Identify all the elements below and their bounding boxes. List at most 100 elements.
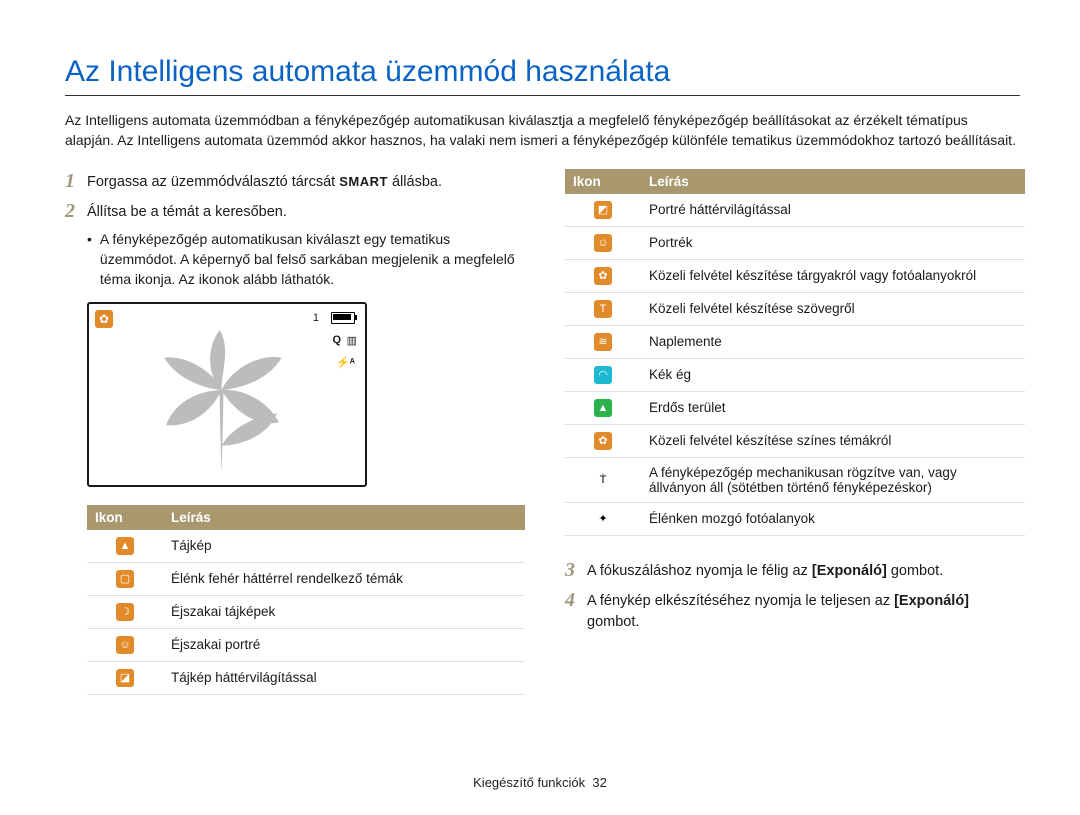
scene-icon: ▲ [594,399,612,417]
step-body: Forgassa az üzemmódválasztó tárcsát SMAR… [87,169,442,193]
table-header-row: Ikon Leírás [87,505,525,530]
scene-table-right: Ikon Leírás ◩ Portré háttérvilágítással☺P… [565,169,1025,536]
table-row: ▲ Erdős terület [565,391,1025,424]
scene-icon: Ṫ [594,471,612,489]
table-header-icon: Ikon [565,169,641,194]
page-footer: Kiegészítő funkciók 32 [0,775,1080,790]
step-text-post: gombot. [587,614,639,630]
scene-icon-cell: ☺ [565,226,641,259]
scene-icon: ◠ [594,366,612,384]
step-text-post: gombot. [887,563,943,579]
shutter-button-label: [Exponáló] [812,563,887,579]
table-row: ☺ Éjszakai portré [87,628,525,661]
macro-mode-icon: ✿ [95,310,113,328]
scene-icon: ◪ [116,669,134,687]
scene-icon-cell: ◪ [87,661,163,694]
table-row: TKözeli felvétel készítése szövegről [565,292,1025,325]
shutter-button-label: [Exponáló] [894,593,969,609]
intro-paragraph: Az Intelligens automata üzemmódban a fén… [65,110,1020,151]
scene-icon-cell: ◠ [565,358,641,391]
storage-icon: ▥ [347,334,357,347]
footer-section: Kiegészítő funkciók [473,775,585,790]
scene-icon: ✦ [594,510,612,528]
shots-remaining-indicator: 1 [313,312,319,324]
scene-description: A fényképezőgép mechanikusan rögzítve va… [641,457,1025,502]
scene-icon-cell: ≋ [565,325,641,358]
table-row: ≋ Naplemente [565,325,1025,358]
scene-icon: ▲ [116,537,134,555]
scene-description: Közeli felvétel készítése szövegről [641,292,1025,325]
smart-mode-label: SMART [339,174,388,189]
table-row: ◩ Portré háttérvilágítással [565,194,1025,227]
flower-illustration [129,324,314,484]
scene-icon: ☺ [116,636,134,654]
table-row: ☽ Éjszakai tájképek [87,595,525,628]
camera-screen-illustration: ✿ 1 Q ▥ ⚡ᴬ [87,302,367,487]
step-2-bullet: A fényképezőgép automatikusan kiválaszt … [87,229,525,290]
table-row: ◪ Tájkép háttérvilágítással [87,661,525,694]
step-3: 3 A fókuszáláshoz nyomja le félig az [Ex… [565,558,1025,582]
scene-description: Erdős terület [641,391,1025,424]
table-row: ✿Közeli felvétel készítése színes témákr… [565,424,1025,457]
table-header-desc: Leírás [641,169,1025,194]
scene-description: Közeli felvétel készítése tárgyakról vag… [641,259,1025,292]
table-header-desc: Leírás [163,505,525,530]
scene-icon: ≋ [594,333,612,351]
scene-icon-cell: ✿ [565,424,641,457]
table-header-row: Ikon Leírás [565,169,1025,194]
scene-description: Éjszakai portré [163,628,525,661]
scene-icon: ◩ [594,201,612,219]
scene-icon-cell: ▲ [565,391,641,424]
step-4: 4 A fénykép elkészítéséhez nyomja le tel… [565,588,1025,633]
scene-icon-cell: ✦ [565,502,641,535]
scene-icon-cell: ▢ [87,562,163,595]
scene-description: Élénken mozgó fotóalanyok [641,502,1025,535]
scene-description: Kék ég [641,358,1025,391]
scene-description: Portrék [641,226,1025,259]
table-header-icon: Ikon [87,505,163,530]
table-row: ◠ Kék ég [565,358,1025,391]
scene-icon-cell: Ṫ [565,457,641,502]
footer-page-number: 32 [592,775,606,790]
scene-icon-cell: T [565,292,641,325]
scene-icon: ▢ [116,570,134,588]
scene-icon-cell: ◩ [565,194,641,227]
flash-auto-icon: ⚡ᴬ [336,356,355,369]
table-row: ✦ Élénken mozgó fotóalanyok [565,502,1025,535]
page-title: Az Intelligens automata üzemmód használa… [65,55,1020,89]
scene-description: Portré háttérvilágítással [641,194,1025,227]
scene-icon-cell: ▲ [87,530,163,563]
scene-table-left: Ikon Leírás ▲ Tájkép ▢ Élénk fehér háttérre… [87,505,525,695]
scene-icon: ☽ [116,603,134,621]
scene-icon-cell: ✿ [565,259,641,292]
scene-description: Tájkép háttérvilágítással [163,661,525,694]
step-text-pre: A fénykép elkészítéséhez nyomja le telje… [587,593,894,609]
scene-icon: ✿ [594,267,612,285]
step-text-post: állásba. [388,174,442,190]
zoom-icon: Q [332,334,341,346]
scene-description: Élénk fehér háttérrel rendelkező témák [163,562,525,595]
step-text-pre: Forgassa az üzemmódválasztó tárcsát [87,174,339,190]
step-body: A fókuszáláshoz nyomja le félig az [Expo… [587,558,943,582]
step-number: 3 [565,558,587,582]
scene-description: Közeli felvétel készítése színes témákró… [641,424,1025,457]
table-row: Ṫ A fényképezőgép mechanikusan rögzítve v… [565,457,1025,502]
scene-description: Tájkép [163,530,525,563]
title-separator [65,95,1020,96]
scene-description: Naplemente [641,325,1025,358]
step-number: 4 [565,588,587,612]
content-columns: 1 Forgassa az üzemmódválasztó tárcsát SM… [65,169,1020,695]
table-row: ☺Portrék [565,226,1025,259]
step-body: Állítsa be a témát a keresőben. [87,199,287,223]
step-number: 2 [65,199,87,223]
table-row: ✿ Közeli felvétel készítése tárgyakról va… [565,259,1025,292]
step-number: 1 [65,169,87,193]
bullet-text: A fényképezőgép automatikusan kiválaszt … [100,229,525,290]
table-row: ▲ Tájkép [87,530,525,563]
table-row: ▢ Élénk fehér háttérrel rendelkező témák [87,562,525,595]
scene-description: Éjszakai tájképek [163,595,525,628]
step-1: 1 Forgassa az üzemmódválasztó tárcsát SM… [65,169,525,193]
left-column: 1 Forgassa az üzemmódválasztó tárcsát SM… [65,169,525,695]
step-2: 2 Állítsa be a témát a keresőben. [65,199,525,223]
right-column: Ikon Leírás ◩ Portré háttérvilágítással☺P… [565,169,1025,695]
